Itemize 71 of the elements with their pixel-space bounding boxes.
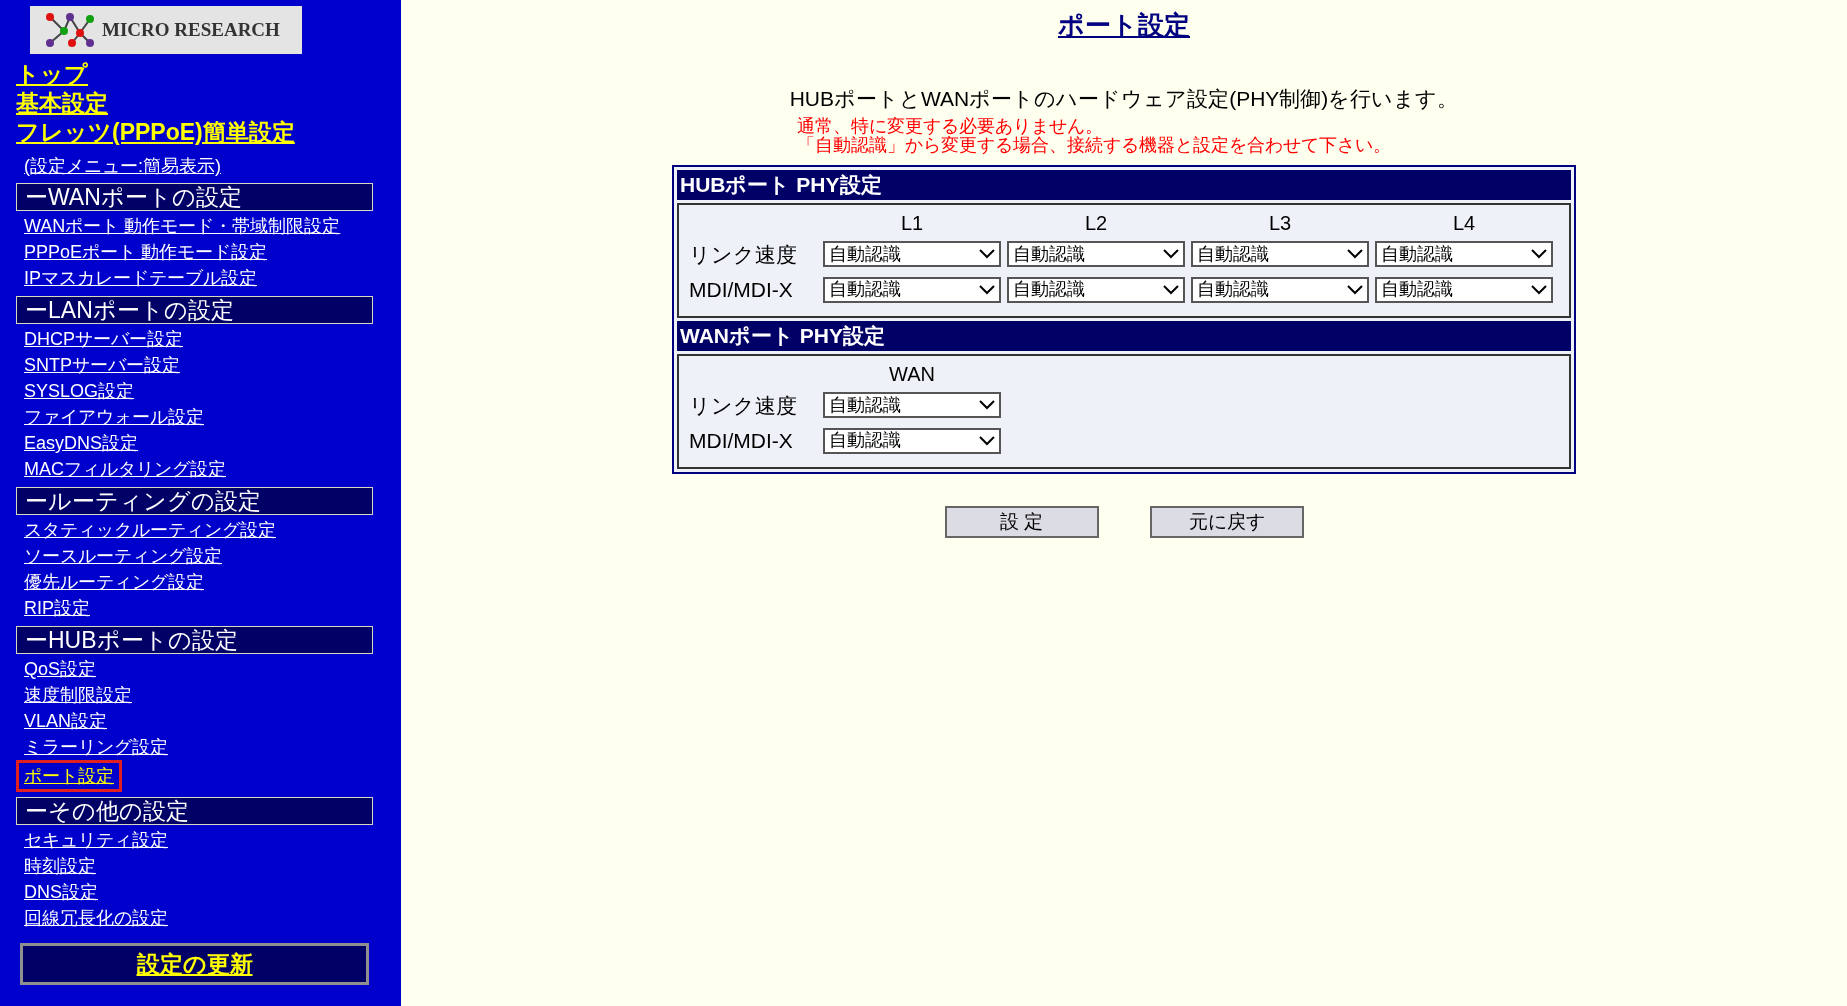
panel-header: WANポート PHY設定 xyxy=(677,320,1571,351)
row-label: MDI/MDI-X xyxy=(689,277,794,303)
menu-link[interactable]: スタティックルーティング設定 xyxy=(24,517,276,543)
menu-link[interactable]: QoS設定 xyxy=(24,656,97,682)
nav-link[interactable]: 基本設定 xyxy=(16,89,108,118)
page-title[interactable]: ポート設定 xyxy=(1058,6,1190,45)
menu-link[interactable]: 時刻設定 xyxy=(24,853,96,879)
column-header: L1 xyxy=(899,210,925,235)
column-header: WAN xyxy=(888,361,936,386)
section-header: ールーティングの設定 xyxy=(16,487,373,515)
menu-link[interactable]: WANポート 動作モード・帯域制限設定 xyxy=(24,213,341,239)
menu-link[interactable]: VLAN設定 xyxy=(24,708,108,734)
column-header: L3 xyxy=(1267,210,1293,235)
chevron-down-icon xyxy=(1531,284,1547,295)
nav-link[interactable]: トップ xyxy=(16,60,88,89)
menu-link[interactable]: RIP設定 xyxy=(24,595,90,621)
menu-link[interactable]: ミラーリング設定 xyxy=(24,734,168,760)
dropdown[interactable]: 自動認識 xyxy=(823,392,1001,419)
menu-link[interactable]: 優先ルーティング設定 xyxy=(24,569,204,595)
panel-header: HUBポート PHY設定 xyxy=(677,169,1571,200)
menu-link[interactable]: IPマスカレードテーブル設定 xyxy=(24,265,257,291)
chevron-down-icon xyxy=(979,249,995,260)
molecule-logo-icon xyxy=(44,11,96,49)
form-button[interactable]: 設 定 xyxy=(944,505,1099,538)
logo-text: MICRO RESEARCH xyxy=(102,17,280,42)
menu-link[interactable]: ポート設定 xyxy=(16,760,122,792)
dropdown[interactable]: 自動認識 xyxy=(1007,276,1185,303)
dropdown[interactable]: 自動認識 xyxy=(1375,276,1553,303)
menu-link[interactable]: DHCPサーバー設定 xyxy=(24,326,183,352)
chevron-down-icon xyxy=(1163,284,1179,295)
note-text: 「自動認識」から変更する場合、接続する機器と設定を合わせて下さい。 xyxy=(797,135,1391,155)
dropdown[interactable]: 自動認識 xyxy=(1191,276,1369,303)
menu-link[interactable]: 回線冗長化の設定 xyxy=(24,905,168,931)
column-header: L2 xyxy=(1083,210,1109,235)
section-header: ーLANポートの設定 xyxy=(16,296,373,324)
menu-link[interactable]: セキュリティ設定 xyxy=(24,827,168,853)
menu-mode-link[interactable]: (設定メニュー:簡易表示) xyxy=(24,156,221,176)
chevron-down-icon xyxy=(979,400,995,411)
menu-link[interactable]: DNS設定 xyxy=(24,879,98,905)
note-text: 通常、特に変更する必要ありません。 xyxy=(797,116,1104,136)
menu-link[interactable]: ファイアウォール設定 xyxy=(24,404,204,430)
column-header: L4 xyxy=(1451,210,1477,235)
section-header: ーWANポートの設定 xyxy=(16,183,373,211)
section-header: ーHUBポートの設定 xyxy=(16,626,373,654)
menu-link[interactable]: MACフィルタリング設定 xyxy=(24,456,226,482)
menu-link[interactable]: PPPoEポート 動作モード設定 xyxy=(24,239,268,265)
dropdown[interactable]: 自動認識 xyxy=(823,427,1001,454)
menu-link[interactable]: EasyDNS設定 xyxy=(24,430,139,456)
dropdown[interactable]: 自動認識 xyxy=(823,276,1001,303)
menu-link[interactable]: SYSLOG設定 xyxy=(24,378,135,404)
row-label: リンク速度 xyxy=(689,392,798,419)
dropdown[interactable]: 自動認識 xyxy=(1191,241,1369,268)
chevron-down-icon xyxy=(1347,284,1363,295)
chevron-down-icon xyxy=(1531,249,1547,260)
nav-link[interactable]: フレッツ(PPPoE)簡単設定 xyxy=(16,118,295,147)
dropdown[interactable]: 自動認識 xyxy=(1007,241,1185,268)
dropdown[interactable]: 自動認識 xyxy=(823,241,1001,268)
description-text: HUBポートとWANポートのハードウェア設定(PHY制御)を行います。 xyxy=(789,86,1459,112)
chevron-down-icon xyxy=(979,284,995,295)
form-button[interactable]: 元に戻す xyxy=(1149,505,1304,538)
chevron-down-icon xyxy=(979,435,995,446)
section-header: ーその他の設定 xyxy=(16,797,373,825)
menu-link[interactable]: 速度制限設定 xyxy=(24,682,132,708)
menu-link[interactable]: ソースルーティング設定 xyxy=(24,543,222,569)
menu-link[interactable]: SNTPサーバー設定 xyxy=(24,352,180,378)
chevron-down-icon xyxy=(1347,249,1363,260)
chevron-down-icon xyxy=(1163,249,1179,260)
row-label: MDI/MDI-X xyxy=(689,428,794,454)
update-button[interactable]: 設定の更新 xyxy=(20,943,369,985)
row-label: リンク速度 xyxy=(689,241,798,268)
dropdown[interactable]: 自動認識 xyxy=(1375,241,1553,268)
